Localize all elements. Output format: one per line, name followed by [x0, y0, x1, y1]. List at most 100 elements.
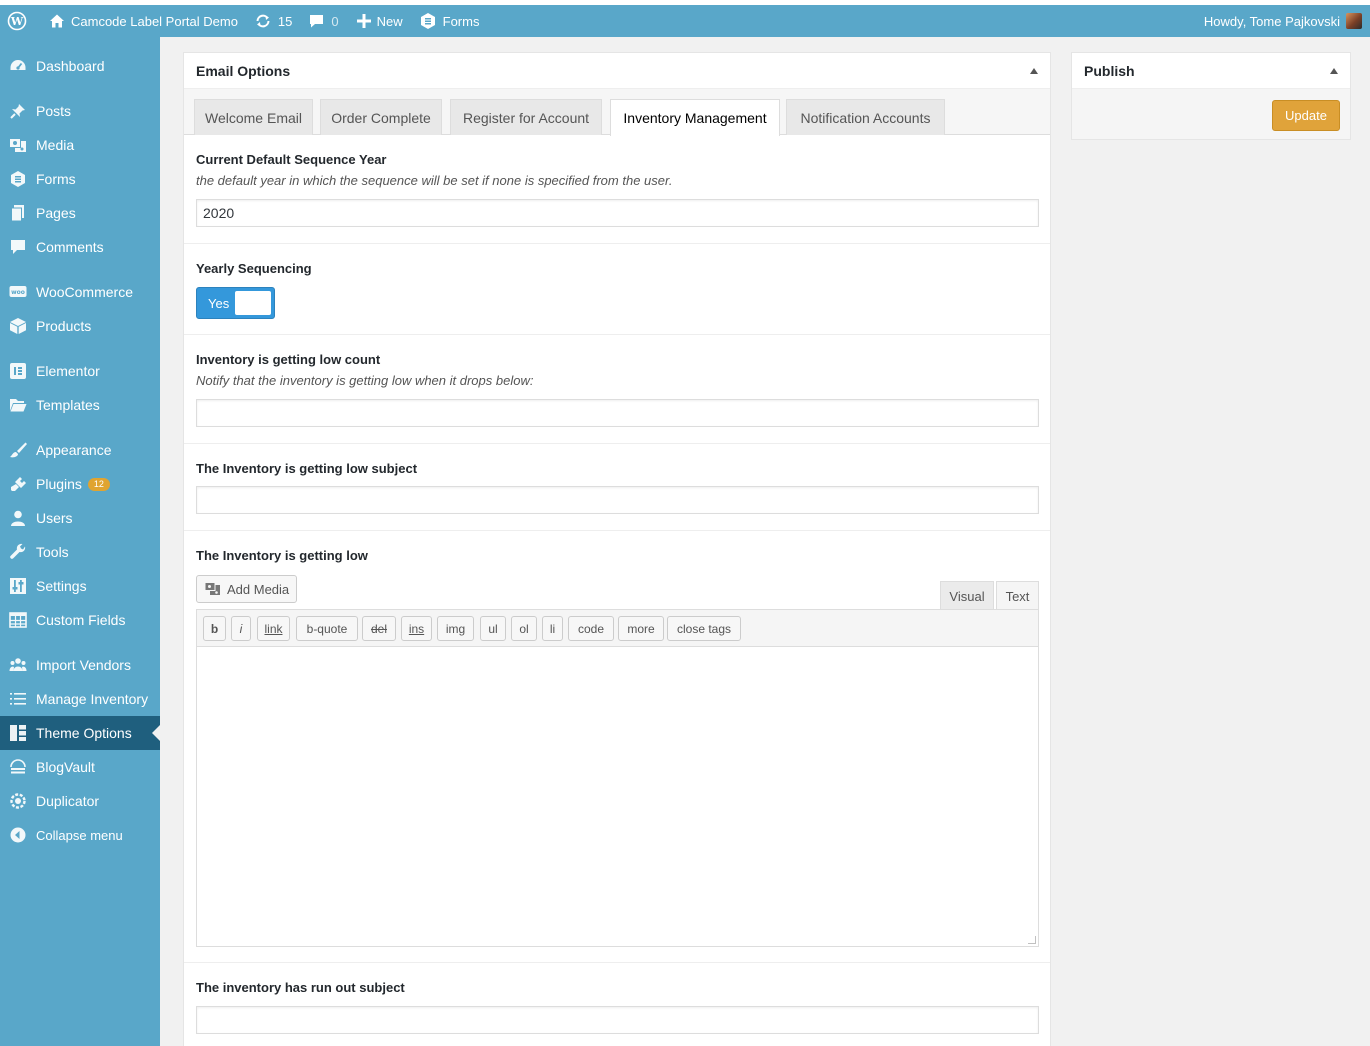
qt-bold-button[interactable]: b: [203, 616, 226, 641]
qt-ins-button[interactable]: ins: [401, 616, 432, 641]
qt-italic-button[interactable]: i: [231, 616, 251, 641]
low-body-label: The Inventory is getting low: [196, 548, 368, 563]
low-count-input[interactable]: [196, 399, 1039, 427]
wordpress-logo-icon[interactable]: W: [0, 5, 35, 37]
sidebar-item-pages[interactable]: Pages: [0, 196, 160, 230]
sidebar-item-tools[interactable]: Tools: [0, 535, 160, 569]
qt-ol-button[interactable]: ol: [511, 616, 537, 641]
sidebar-item-appearance[interactable]: Appearance: [0, 433, 160, 467]
resize-handle-icon[interactable]: [1028, 936, 1036, 944]
qt-more-button[interactable]: more: [618, 616, 664, 641]
sidebar-item-label: Products: [36, 318, 92, 334]
sidebar-item-duplicator[interactable]: Duplicator: [0, 784, 160, 818]
updates-link[interactable]: 15: [246, 5, 300, 37]
sidebar-item-blogvault[interactable]: BlogVault: [0, 750, 160, 784]
yearly-sequencing-toggle[interactable]: Yes: [196, 287, 275, 319]
tab-welcome-email[interactable]: Welcome Email: [194, 99, 313, 135]
sidebar-item-theme-options[interactable]: Theme Options: [0, 716, 160, 750]
sidebar-item-label: Pages: [36, 205, 76, 221]
email-options-title: Email Options: [196, 62, 291, 79]
add-media-label: Add Media: [227, 581, 290, 597]
publish-header[interactable]: Publish: [1072, 53, 1350, 89]
sequence-year-input[interactable]: 2020: [196, 199, 1039, 227]
field-low-count: Inventory is getting low count Notify th…: [184, 335, 1050, 444]
pages-icon: [9, 204, 27, 222]
qt-close-tags-button[interactable]: close tags: [667, 616, 741, 641]
sidebar-item-label: Import Vendors: [36, 657, 131, 673]
low-body-textarea[interactable]: [196, 646, 1039, 947]
qt-li-button[interactable]: li: [542, 616, 563, 641]
sidebar-item-comments[interactable]: Comments: [0, 230, 160, 264]
sequence-year-label: Current Default Sequence Year: [196, 152, 387, 167]
add-media-button[interactable]: Add Media: [196, 575, 297, 603]
site-name-link[interactable]: Camcode Label Portal Demo: [35, 5, 246, 37]
user-greeting: Howdy, Tome Pajkovski: [1203, 13, 1340, 29]
sidebar-item-elementor[interactable]: Elementor: [0, 354, 160, 388]
plugins-update-badge: 12: [87, 477, 110, 491]
sidebar-item-custom-fields[interactable]: Custom Fields: [0, 603, 160, 637]
vault-icon: [9, 758, 27, 776]
sidebar-item-posts[interactable]: Posts: [0, 94, 160, 128]
yearly-sequencing-label: Yearly Sequencing: [196, 261, 312, 276]
sidebar-item-plugins[interactable]: Plugins 12: [0, 467, 160, 501]
collapse-menu-button[interactable]: Collapse menu: [0, 818, 160, 852]
sidebar-item-forms[interactable]: Forms: [0, 162, 160, 196]
forms-link[interactable]: Forms: [411, 5, 488, 37]
comments-count: 0: [331, 13, 339, 29]
sidebar-item-label: WooCommerce: [36, 284, 133, 300]
account-menu[interactable]: Howdy, Tome Pajkovski: [1196, 5, 1370, 37]
publish-panel: Publish Update: [1071, 52, 1351, 140]
collapse-arrow-icon: [9, 826, 27, 844]
qt-bquote-button[interactable]: b-quote: [296, 616, 358, 641]
grid-icon: [9, 611, 27, 629]
sidebar-item-users[interactable]: Users: [0, 501, 160, 535]
email-tabs: Welcome Email Order Complete Register fo…: [184, 89, 1050, 136]
sidebar-item-dashboard[interactable]: Dashboard: [0, 49, 160, 83]
duplicator-icon: [9, 792, 27, 810]
tab-register-for-account[interactable]: Register for Account: [450, 99, 602, 135]
sidebar-item-label: BlogVault: [36, 759, 95, 775]
qt-del-button[interactable]: del: [362, 616, 396, 641]
editor-tab-text[interactable]: Text: [996, 581, 1039, 610]
sequence-year-value: 2020: [203, 205, 235, 221]
sidebar-item-settings[interactable]: Settings: [0, 569, 160, 603]
media-icon: [9, 136, 27, 154]
editor-tab-visual[interactable]: Visual: [940, 581, 994, 610]
out-subject-input[interactable]: [196, 1006, 1039, 1034]
qt-link-button[interactable]: link: [257, 616, 290, 641]
out-subject-label: The inventory has run out subject: [196, 980, 405, 995]
admin-sidebar: Dashboard Posts Media Forms Pages Commen…: [0, 37, 160, 1046]
sidebar-item-label: Users: [36, 510, 73, 526]
email-options-panel: Email Options Welcome Email Order Comple…: [183, 52, 1051, 1046]
update-button[interactable]: Update: [1272, 100, 1340, 131]
email-options-header[interactable]: Email Options: [184, 53, 1050, 89]
admin-bar: W Camcode Label Portal Demo 15 0 New For…: [0, 5, 1370, 37]
qt-code-button[interactable]: code: [568, 616, 614, 641]
qt-img-button[interactable]: img: [437, 616, 474, 641]
new-content-link[interactable]: New: [347, 5, 411, 37]
folder-icon: [9, 396, 27, 414]
qt-ul-button[interactable]: ul: [480, 616, 506, 641]
sidebar-item-templates[interactable]: Templates: [0, 388, 160, 422]
tab-order-complete[interactable]: Order Complete: [320, 99, 442, 135]
svg-text:woo: woo: [11, 289, 25, 296]
sidebar-item-label: Manage Inventory: [36, 691, 149, 707]
collapse-toggle-icon[interactable]: [1330, 67, 1338, 74]
wrench-icon: [9, 543, 27, 561]
tab-inventory-management[interactable]: Inventory Management: [610, 99, 780, 136]
pin-icon: [9, 102, 27, 120]
sidebar-item-label: Templates: [36, 397, 100, 413]
comment-icon: [9, 238, 27, 256]
low-subject-input[interactable]: [196, 486, 1039, 514]
sidebar-item-manage-inventory[interactable]: Manage Inventory: [0, 682, 160, 716]
sidebar-item-label: Forms: [36, 171, 76, 187]
sidebar-item-products[interactable]: Products: [0, 309, 160, 343]
collapse-toggle-icon[interactable]: [1030, 67, 1038, 74]
comments-link[interactable]: 0: [300, 5, 346, 37]
sidebar-item-media[interactable]: Media: [0, 128, 160, 162]
brush-icon: [9, 441, 27, 459]
tab-notification-accounts[interactable]: Notification Accounts: [786, 99, 945, 135]
group-icon: [9, 656, 27, 674]
sidebar-item-import-vendors[interactable]: Import Vendors: [0, 648, 160, 682]
sidebar-item-woocommerce[interactable]: woo WooCommerce: [0, 275, 160, 309]
